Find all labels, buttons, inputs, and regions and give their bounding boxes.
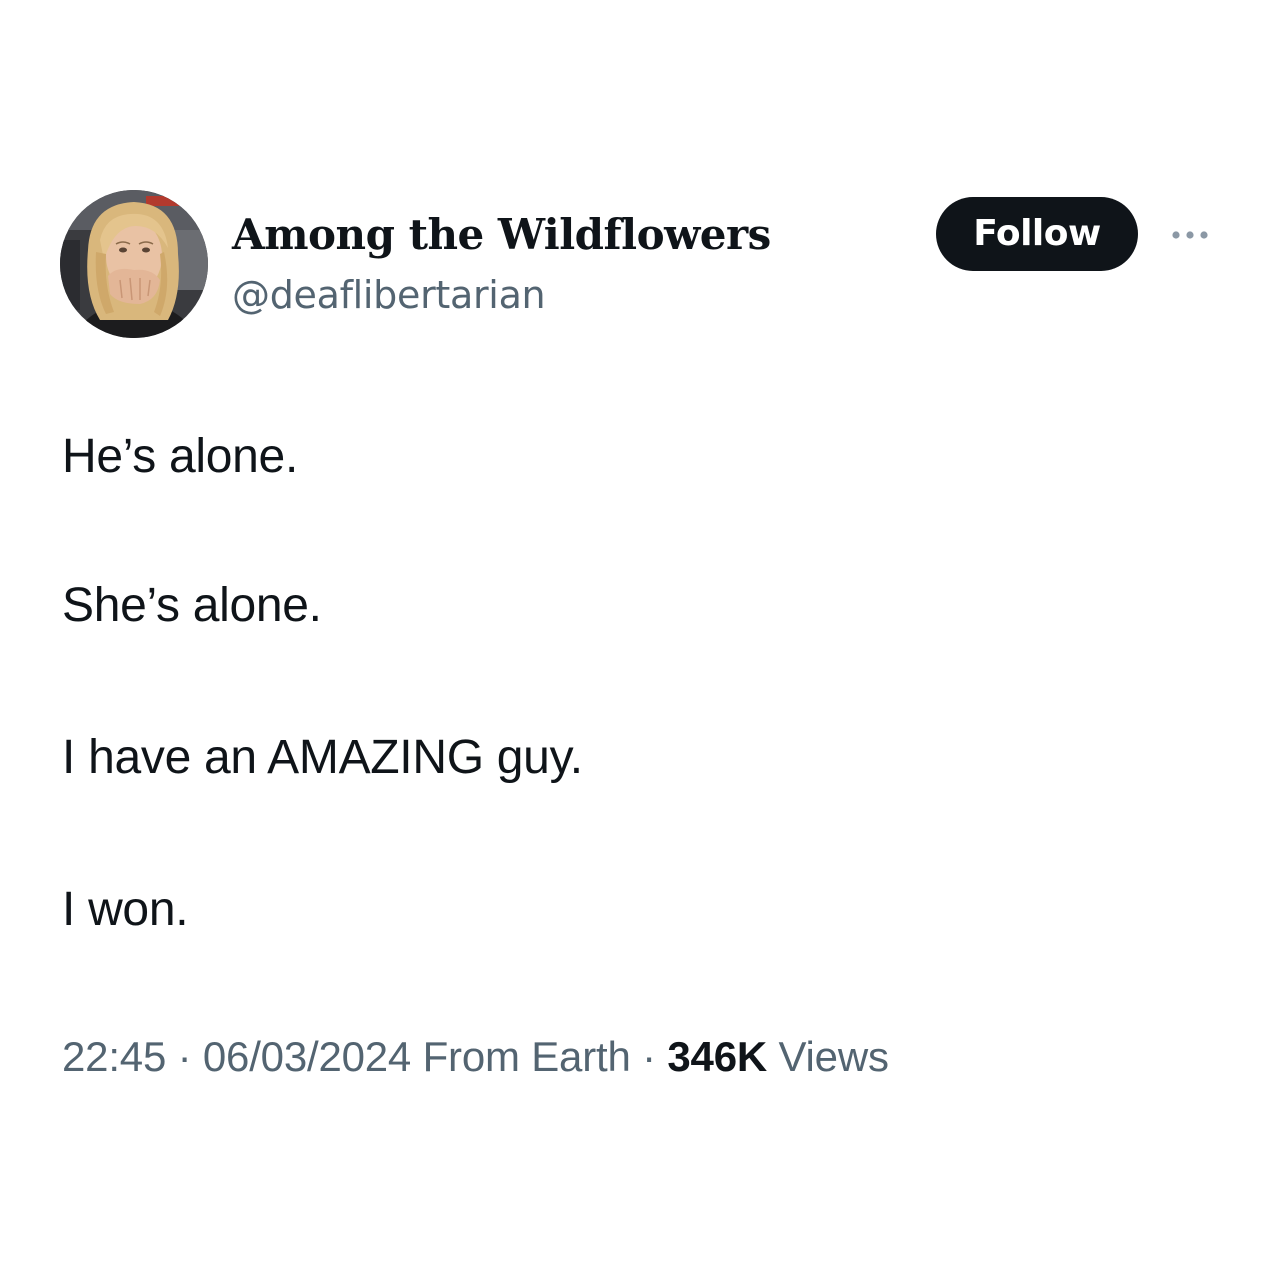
meta-separator: · xyxy=(642,1033,656,1080)
tweet-line: He’s alone. xyxy=(62,430,298,483)
handle[interactable]: @deaflibertarian xyxy=(232,270,546,320)
tweet-line: I have an AMAZING guy. xyxy=(62,731,583,784)
tweet-line: I won. xyxy=(62,883,189,936)
timestamp-date[interactable]: 06/03/2024 xyxy=(203,1033,411,1080)
tweet-card: Among the Wildflowers @deaflibertarian F… xyxy=(0,0,1280,1280)
views-count: 346K xyxy=(667,1033,767,1080)
more-button[interactable] xyxy=(1162,218,1218,252)
profile-photo-icon xyxy=(60,190,208,338)
meta-separator: · xyxy=(177,1033,192,1080)
avatar[interactable] xyxy=(60,190,208,338)
timestamp-time[interactable]: 22:45 xyxy=(62,1033,166,1080)
tweet-line: She’s alone. xyxy=(62,579,322,632)
follow-button[interactable]: Follow xyxy=(936,197,1138,271)
tweet-meta: 22:45 · 06/03/2024 From Earth · 346K Vie… xyxy=(62,1030,889,1084)
more-horizontal-icon xyxy=(1172,231,1208,239)
display-name[interactable]: Among the Wildflowers xyxy=(232,209,771,261)
tweet-source: From Earth xyxy=(422,1033,631,1080)
views-label: Views xyxy=(778,1033,889,1080)
